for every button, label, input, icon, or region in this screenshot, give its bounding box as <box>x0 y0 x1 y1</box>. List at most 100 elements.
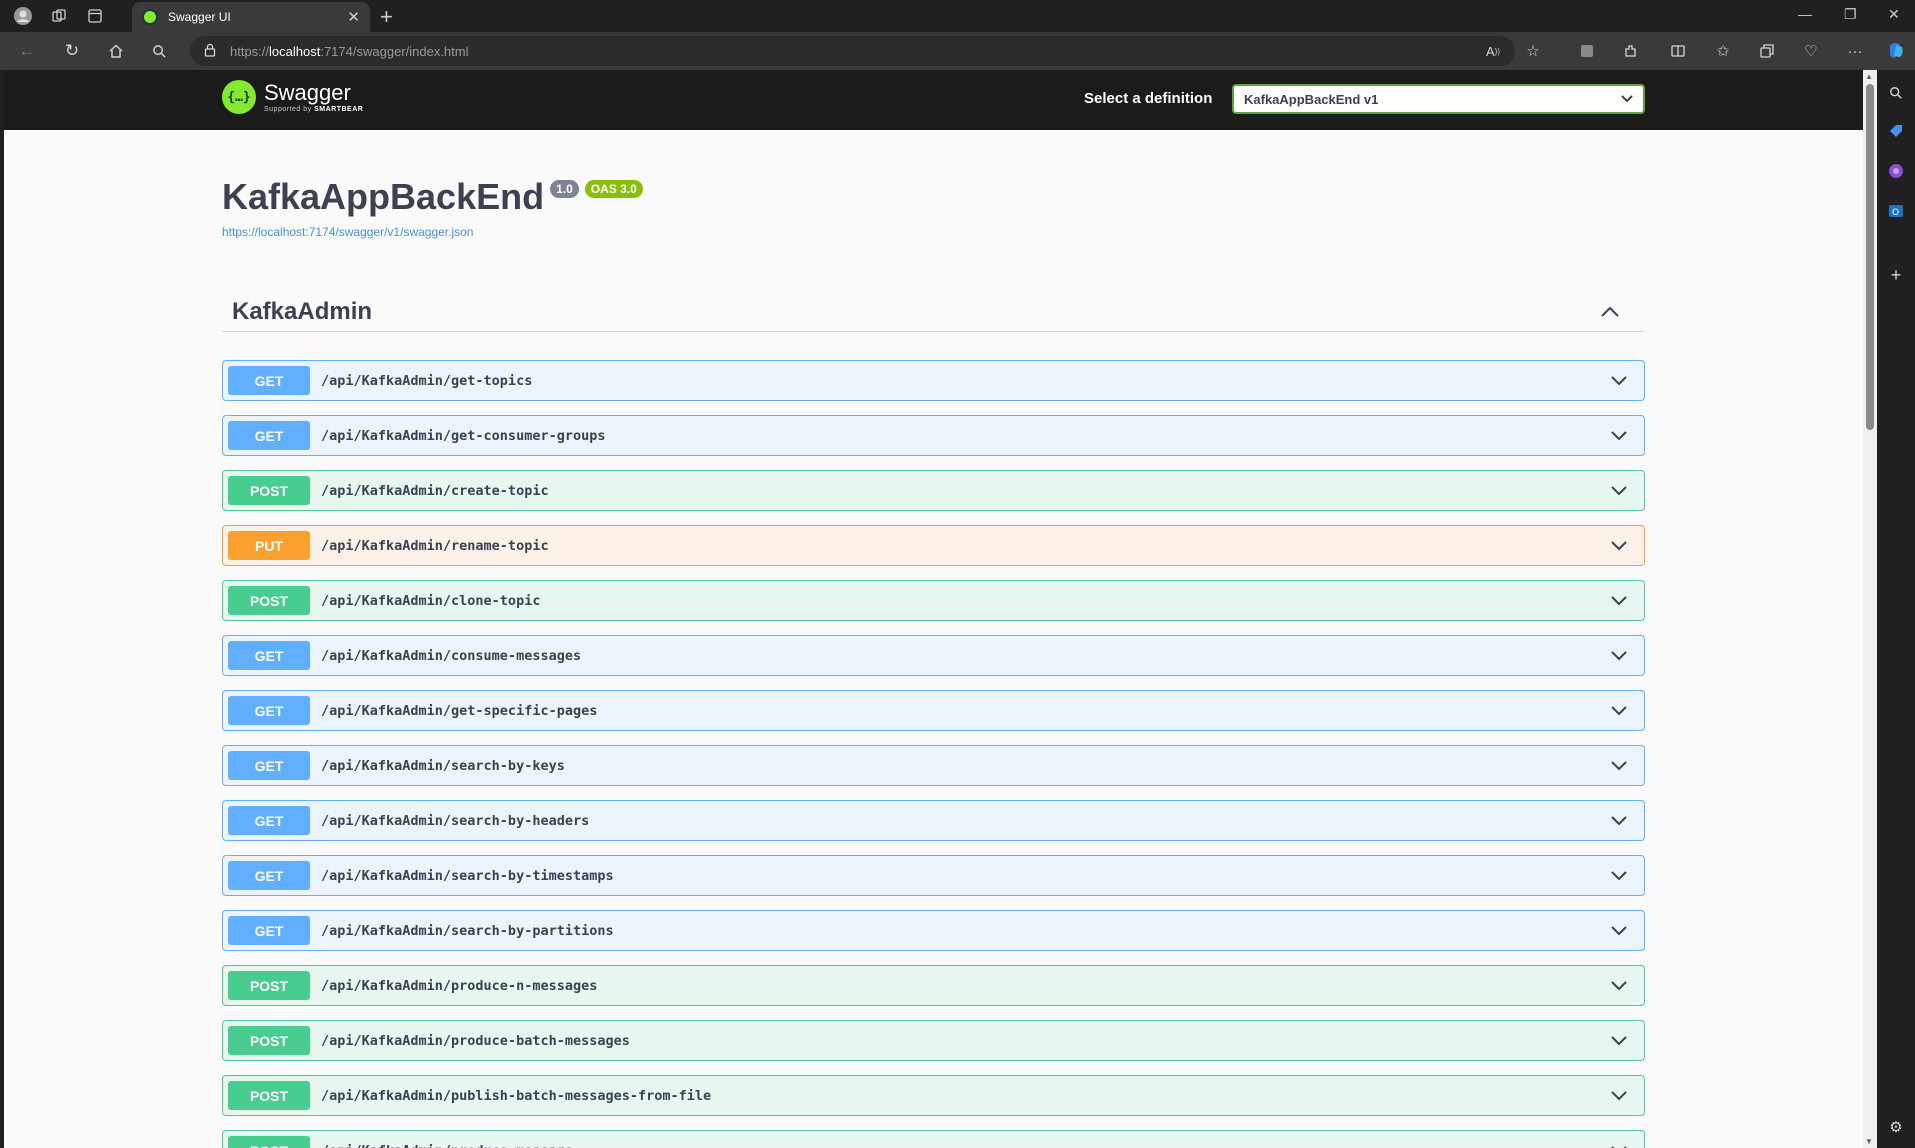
api-title: KafkaAppBackEnd <box>222 176 545 217</box>
chevron-down-icon[interactable] <box>1608 865 1630 887</box>
chevron-down-icon[interactable] <box>1608 1030 1630 1052</box>
operation-row[interactable]: POST/api/KafkaAdmin/create-topic <box>222 470 1645 511</box>
http-method-badge: GET <box>228 916 310 945</box>
definition-select-value: KafkaAppBackEnd v1 <box>1244 91 1379 107</box>
sidebar-add-icon[interactable]: + <box>1885 264 1907 286</box>
http-method-badge: GET <box>228 421 310 450</box>
chevron-down-icon[interactable] <box>1608 590 1630 612</box>
operation-row[interactable]: GET/api/KafkaAdmin/get-consumer-groups <box>222 415 1645 456</box>
scroll-down-icon[interactable]: ▼ <box>1865 1137 1873 1146</box>
refresh-icon[interactable]: ↻ <box>61 40 83 62</box>
browser-nav-bar: ← ↻ https://localhost:7174/swagger/index… <box>0 32 1915 70</box>
operation-path: /api/KafkaAdmin/rename-topic <box>321 537 549 554</box>
chevron-down-icon[interactable] <box>1608 480 1630 502</box>
restore-icon[interactable]: ❐ <box>1844 6 1857 23</box>
scroll-up-icon[interactable]: ▲ <box>1865 72 1873 81</box>
sidebar-settings-icon[interactable]: ⚙ <box>1885 1116 1907 1138</box>
chevron-down-icon[interactable] <box>1608 370 1630 392</box>
operation-row[interactable]: POST/api/KafkaAdmin/produce-batch-messag… <box>222 1020 1645 1061</box>
http-method-badge: GET <box>228 641 310 670</box>
swagger-logo[interactable]: {…} Swagger Supported by SMARTBEAR <box>222 80 363 114</box>
operation-path: /api/KafkaAdmin/search-by-timestamps <box>321 867 614 884</box>
section-header[interactable]: KafkaAdmin <box>222 292 1645 332</box>
minimize-icon[interactable]: — <box>1798 6 1812 22</box>
operation-path: /api/KafkaAdmin/get-topics <box>321 372 533 389</box>
operation-row[interactable]: PUT/api/KafkaAdmin/rename-topic <box>222 525 1645 566</box>
logo-name: Swagger <box>264 79 351 105</box>
operation-row[interactable]: GET/api/KafkaAdmin/get-topics <box>222 360 1645 401</box>
version-badge: 1.0 <box>550 180 579 198</box>
tag-section-kafkaadmin: KafkaAdmin GET/api/KafkaAdmin/get-topics… <box>222 292 1645 1148</box>
chevron-down-icon[interactable] <box>1608 535 1630 557</box>
vertical-scrollbar[interactable]: ▲ ▼ <box>1863 70 1877 1148</box>
extensions-icon[interactable] <box>1620 40 1642 62</box>
operation-row[interactable]: POST/api/KafkaAdmin/produce-n-messages <box>222 965 1645 1006</box>
operation-path: /api/KafkaAdmin/search-by-partitions <box>321 922 614 939</box>
url-text: https://localhost:7174/swagger/index.htm… <box>230 43 469 59</box>
address-bar[interactable]: https://localhost:7174/swagger/index.htm… <box>190 36 1515 66</box>
chevron-down-icon[interactable] <box>1608 425 1630 447</box>
select-definition-label: Select a definition <box>1084 90 1213 107</box>
close-window-icon[interactable]: ✕ <box>1888 6 1900 23</box>
operation-row[interactable]: POST/api/KafkaAdmin/produce-message <box>222 1130 1645 1148</box>
back-icon[interactable]: ← <box>16 40 38 62</box>
settings-more-icon[interactable]: ··· <box>1844 40 1866 62</box>
browser-sidebar: O + ⚙ <box>1877 70 1915 1148</box>
operation-path: /api/KafkaAdmin/create-topic <box>321 482 549 499</box>
oas-badge: OAS 3.0 <box>584 180 643 198</box>
vertical-tabs-icon[interactable] <box>82 3 108 29</box>
logo-subtitle: Supported by SMARTBEAR <box>264 105 364 113</box>
operation-row[interactable]: GET/api/KafkaAdmin/search-by-keys <box>222 745 1645 786</box>
operation-row[interactable]: GET/api/KafkaAdmin/search-by-partitions <box>222 910 1645 951</box>
chevron-down-icon[interactable] <box>1608 755 1630 777</box>
chevron-up-icon[interactable] <box>1601 301 1619 322</box>
extension-square-icon[interactable] <box>1576 40 1598 62</box>
active-tab[interactable]: Swagger UI ✕ <box>132 2 370 32</box>
operation-row[interactable]: GET/api/KafkaAdmin/search-by-headers <box>222 800 1645 841</box>
workspaces-icon[interactable] <box>46 3 72 29</box>
chevron-down-icon[interactable] <box>1608 975 1630 997</box>
operation-path: /api/KafkaAdmin/get-specific-pages <box>321 702 598 719</box>
operation-row[interactable]: GET/api/KafkaAdmin/get-specific-pages <box>222 690 1645 731</box>
http-method-badge: POST <box>228 1026 310 1055</box>
api-info-header: KafkaAppBackEnd 1.0 OAS 3.0 <box>222 176 643 218</box>
favorites-icon[interactable]: ✩ <box>1712 40 1734 62</box>
favorite-star-icon[interactable]: ☆ <box>1522 40 1544 62</box>
split-screen-icon[interactable] <box>1667 40 1689 62</box>
operation-row[interactable]: POST/api/KafkaAdmin/publish-batch-messag… <box>222 1075 1645 1116</box>
read-aloud-icon[interactable]: A)) <box>1482 40 1504 62</box>
definition-select[interactable]: KafkaAppBackEnd v1 <box>1232 84 1645 114</box>
operation-path: /api/KafkaAdmin/clone-topic <box>321 592 541 609</box>
sidebar-copilot-icon[interactable] <box>1885 160 1907 182</box>
chevron-down-icon[interactable] <box>1608 810 1630 832</box>
chevron-down-icon[interactable] <box>1608 1140 1630 1148</box>
chevron-down-icon[interactable] <box>1608 1085 1630 1107</box>
search-icon[interactable] <box>148 40 170 62</box>
sidebar-tag-icon[interactable] <box>1885 120 1907 142</box>
operation-row[interactable]: GET/api/KafkaAdmin/search-by-timestamps <box>222 855 1645 896</box>
home-icon[interactable] <box>105 40 127 62</box>
new-tab-icon[interactable]: + <box>380 4 393 30</box>
copilot-icon[interactable] <box>1885 40 1907 62</box>
chevron-down-icon[interactable] <box>1608 645 1630 667</box>
profile-icon[interactable] <box>10 3 36 29</box>
sidebar-search-icon[interactable] <box>1885 82 1907 104</box>
http-method-badge: GET <box>228 366 310 395</box>
http-method-badge: GET <box>228 806 310 835</box>
swagger-logo-icon: {…} <box>222 80 256 114</box>
chevron-down-icon[interactable] <box>1608 920 1630 942</box>
close-tab-icon[interactable]: ✕ <box>347 8 360 26</box>
operation-row[interactable]: POST/api/KafkaAdmin/clone-topic <box>222 580 1645 621</box>
chevron-down-icon[interactable] <box>1608 700 1630 722</box>
sidebar-outlook-icon[interactable]: O <box>1885 200 1907 222</box>
collections-icon[interactable] <box>1756 40 1778 62</box>
operation-path: /api/KafkaAdmin/publish-batch-messages-f… <box>321 1087 712 1104</box>
operation-row[interactable]: GET/api/KafkaAdmin/consume-messages <box>222 635 1645 676</box>
browser-essentials-icon[interactable]: ♡ <box>1800 40 1822 62</box>
spec-url-link[interactable]: https://localhost:7174/swagger/v1/swagge… <box>222 225 473 239</box>
section-title: KafkaAdmin <box>232 297 373 325</box>
operation-path: /api/KafkaAdmin/produce-n-messages <box>321 977 598 994</box>
lock-icon[interactable] <box>204 43 216 60</box>
swagger-topbar: {…} Swagger Supported by SMARTBEAR Selec… <box>4 70 1863 130</box>
scrollbar-thumb[interactable] <box>1866 84 1874 430</box>
